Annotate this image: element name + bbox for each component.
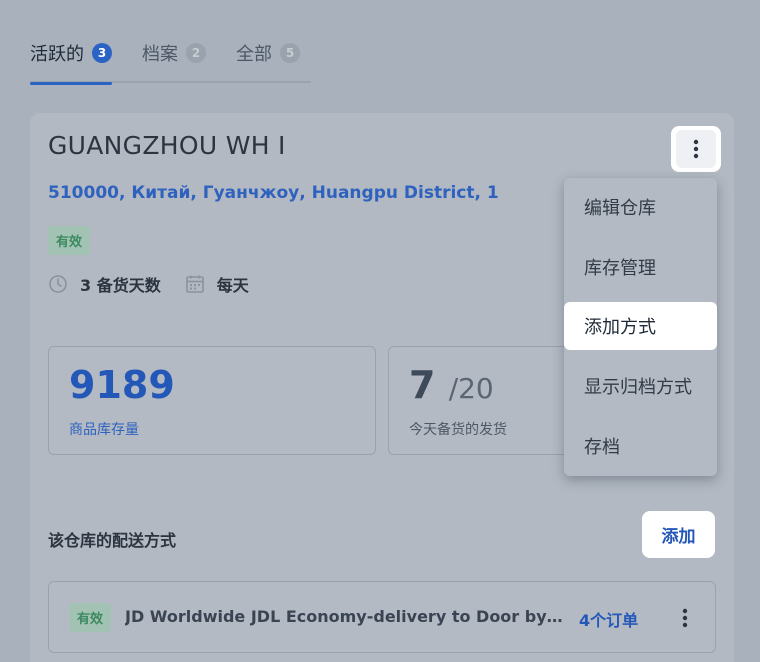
row-status-badge: 有效 [69, 603, 112, 632]
warehouse-address[interactable]: 510000, Китай, Гуанчжоу, Huangpu Distric… [48, 183, 499, 203]
card-more-inner [676, 130, 716, 168]
card-more-button[interactable] [671, 126, 721, 172]
add-method-button[interactable]: 添加 [642, 511, 715, 558]
calendar-icon [185, 275, 204, 293]
warehouse-meta: 3 备货天数 每天 [48, 272, 249, 296]
tab-all-count: 5 [280, 43, 300, 63]
stock-stat-card: 9189 商品库存量 [48, 346, 376, 455]
today-total: /20 [448, 372, 494, 405]
status-badge: 有效 [48, 226, 91, 255]
menu-item-archive[interactable]: 存档 [564, 422, 717, 470]
tab-archive[interactable]: 档案 2 [142, 40, 206, 83]
tab-active-label: 活跃的 [30, 44, 84, 65]
tab-archive-label: 档案 [142, 44, 178, 65]
warehouse-tabs: 活跃的 3 档案 2 全部 5 [30, 40, 311, 85]
tab-all[interactable]: 全部 5 [236, 40, 300, 83]
menu-item-show-archived[interactable]: 显示归档方式 [564, 362, 717, 410]
stock-label[interactable]: 商品库存量 [69, 419, 139, 439]
tab-active-count: 3 [92, 43, 112, 63]
more-vertical-icon[interactable] [675, 606, 695, 630]
menu-item-edit-warehouse[interactable]: 编辑仓库 [564, 183, 717, 231]
today-value-wrap: 7 /20 [409, 363, 494, 407]
card-actions-menu: 编辑仓库 库存管理 添加方式 显示归档方式 存档 [564, 178, 717, 476]
stock-value: 9189 [69, 363, 175, 407]
delivery-methods-heading: 该仓库的配送方式 [48, 531, 177, 550]
clock-icon [49, 275, 67, 293]
more-vertical-icon [693, 139, 699, 159]
today-label: 今天备货的发货 [409, 422, 507, 438]
warehouse-title: GUANGZHOU WH I [48, 131, 286, 160]
tab-archive-count: 2 [186, 43, 206, 63]
tab-active[interactable]: 活跃的 3 [30, 40, 112, 85]
prep-days: 3 备货天数 [80, 276, 161, 295]
schedule: 每天 [216, 276, 249, 295]
tab-all-label: 全部 [236, 44, 272, 65]
today-value: 7 [409, 363, 436, 407]
row-method-name: JD Worldwide JDL Economy-delivery to Doo… [125, 607, 565, 626]
delivery-method-row[interactable]: 有效 JD Worldwide JDL Economy-delivery to … [48, 581, 716, 653]
menu-item-inventory[interactable]: 库存管理 [564, 243, 717, 291]
row-orders-link[interactable]: 4个订单 [579, 607, 638, 631]
menu-item-add-method[interactable]: 添加方式 [564, 302, 717, 350]
